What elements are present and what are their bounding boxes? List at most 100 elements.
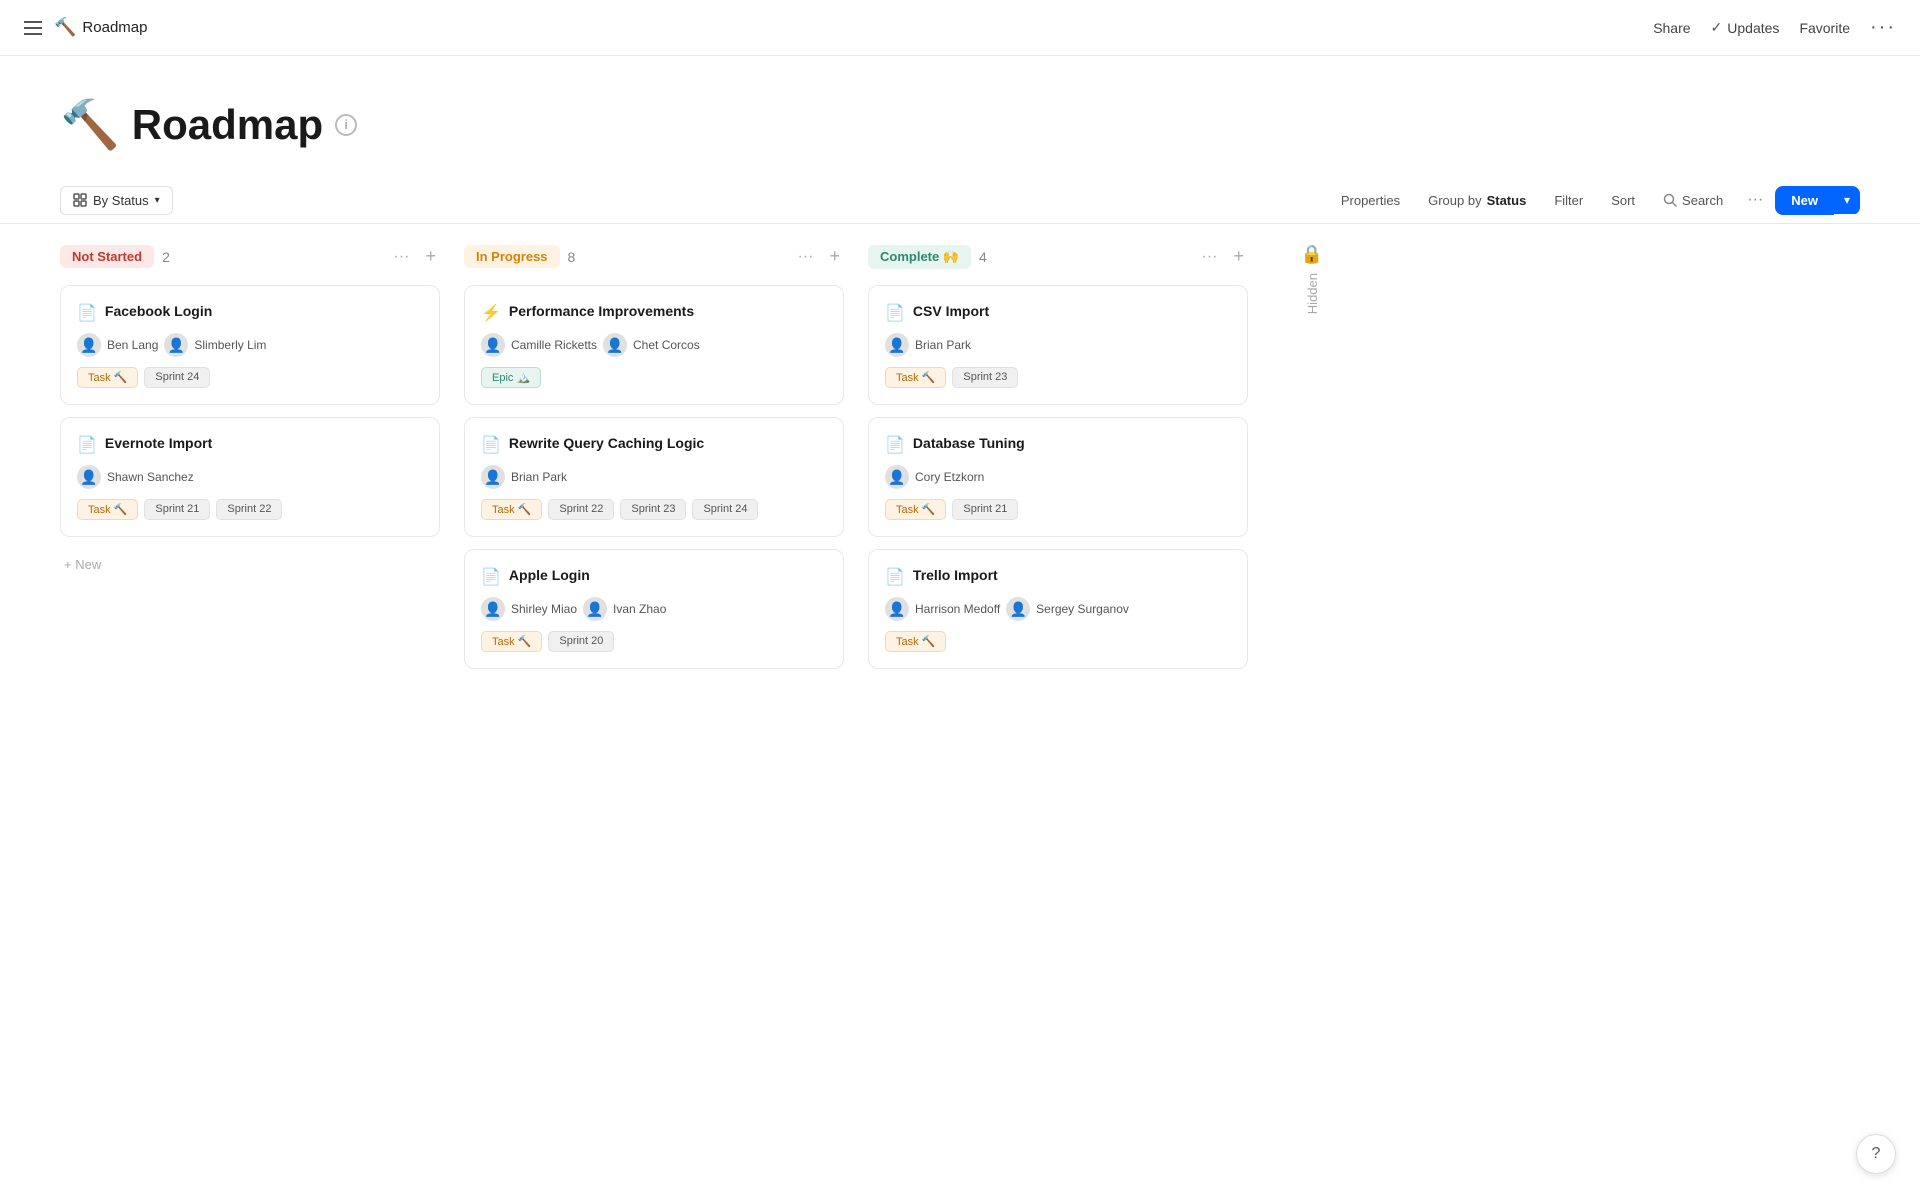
nav-title: 🔨 Roadmap [54, 17, 147, 38]
card-title-row: 📄Trello Import [885, 566, 1231, 587]
avatar: 👤 [885, 333, 909, 357]
share-label: Share [1653, 20, 1690, 36]
card-title-row: 📄Facebook Login [77, 302, 423, 323]
card-tag[interactable]: Epic 🏔️ [481, 367, 541, 388]
card-tag[interactable]: Task 🔨 [481, 499, 542, 520]
card-tag[interactable]: Task 🔨 [885, 367, 946, 388]
col-count-in-progress: 8 [568, 249, 576, 265]
col-add-not-started[interactable]: + [421, 244, 440, 269]
avatar: 👤 [77, 333, 101, 357]
info-icon[interactable]: i [335, 114, 357, 136]
page-header: 🔨 Roadmap i [0, 56, 1920, 177]
card-tag[interactable]: Sprint 23 [620, 499, 686, 520]
card-tag[interactable]: Task 🔨 [885, 631, 946, 652]
filter-label: Filter [1554, 193, 1583, 208]
share-button[interactable]: Share [1653, 20, 1690, 36]
filter-button[interactable]: Filter [1542, 187, 1595, 214]
top-nav: 🔨 Roadmap Share ✓ Updates Favorite ··· [0, 0, 1920, 56]
favorite-button[interactable]: Favorite [1799, 20, 1850, 36]
col-add-in-progress[interactable]: + [825, 244, 844, 269]
col-count-not-started: 2 [162, 249, 170, 265]
card-title-row: 📄Database Tuning [885, 434, 1231, 455]
group-by-label: Group by [1428, 193, 1481, 208]
card-title-row: 📄Apple Login [481, 566, 827, 587]
card-title: Evernote Import [105, 434, 212, 454]
card[interactable]: ⚡Performance Improvements👤Camille Ricket… [464, 285, 844, 405]
properties-label: Properties [1341, 193, 1400, 208]
updates-button[interactable]: ✓ Updates [1711, 19, 1780, 36]
search-icon [1663, 193, 1677, 207]
card-tag[interactable]: Sprint 21 [144, 499, 210, 520]
column-header-complete: Complete 🙌 4 ··· + [868, 240, 1248, 273]
card-title: Facebook Login [105, 302, 212, 322]
card[interactable]: 📄Evernote Import👤Shawn SanchezTask 🔨Spri… [60, 417, 440, 537]
card-tags: Task 🔨 Sprint 20 [481, 631, 827, 652]
card-tag[interactable]: Sprint 23 [952, 367, 1018, 388]
properties-button[interactable]: Properties [1329, 187, 1412, 214]
group-by-button[interactable]: Group by Status [1416, 187, 1538, 214]
card-tags: Task 🔨 Sprint 21 Sprint 22 [77, 499, 423, 520]
card-tags: Task 🔨 Sprint 21 [885, 499, 1231, 520]
member-name: Chet Corcos [633, 338, 700, 352]
more-menu-button[interactable]: ··· [1870, 16, 1896, 39]
card[interactable]: 📄Trello Import 👤Harrison Medoff👤Sergey Su… [868, 549, 1248, 669]
card[interactable]: 📄CSV Import👤Brian ParkTask 🔨Sprint 23 [868, 285, 1248, 405]
chevron-down-icon: ▾ [155, 195, 160, 206]
card-members: 👤Ben Lang👤Slimberly Lim [77, 333, 423, 357]
card-title: Performance Improvements [509, 302, 694, 322]
search-button[interactable]: Search [1651, 187, 1735, 214]
add-new-row[interactable]: + New [60, 549, 440, 580]
card[interactable]: 📄Database Tuning 👤Cory Etzkorn Task 🔨 Sprin… [868, 417, 1248, 537]
status-badge-in-progress: In Progress [464, 245, 560, 268]
member-name: Camille Ricketts [511, 338, 597, 352]
view-selector-icon [73, 193, 87, 207]
col-count-complete: 4 [979, 249, 987, 265]
card[interactable]: 📄Apple Login👤Shirley Miao👤Ivan ZhaoTask … [464, 549, 844, 669]
card-tag[interactable]: Task 🔨 [481, 631, 542, 652]
card-title-row: 📄 Evernote Import [77, 434, 423, 455]
col-more-in-progress[interactable]: ··· [794, 246, 818, 268]
card-tag[interactable]: Sprint 22 [216, 499, 282, 520]
status-badge-complete: Complete 🙌 [868, 245, 971, 269]
card-tags: Epic 🏔️ [481, 367, 827, 388]
card-members: 👤Harrison Medoff👤Sergey Surganov [885, 597, 1231, 621]
avatar: 👤 [885, 597, 909, 621]
col-add-complete[interactable]: + [1229, 244, 1248, 269]
card-type-icon: 📄 [77, 435, 97, 455]
card-tag[interactable]: Sprint 22 [548, 499, 614, 520]
col-more-not-started[interactable]: ··· [390, 246, 414, 268]
member-name: Ben Lang [107, 338, 158, 352]
avatar: 👤 [885, 465, 909, 489]
card-members: 👤Cory Etzkorn [885, 465, 1231, 489]
card-tag[interactable]: Task 🔨 [77, 499, 138, 520]
card[interactable]: 📄Facebook Login👤Ben Lang👤Slimberly LimTa… [60, 285, 440, 405]
member-name: Brian Park [915, 338, 971, 352]
new-button[interactable]: New ▾ [1775, 186, 1860, 215]
view-selector-button[interactable]: By Status ▾ [60, 186, 173, 215]
card[interactable]: 📄Rewrite Query Caching Logic👤Brian ParkT… [464, 417, 844, 537]
hamburger-menu[interactable] [24, 21, 42, 35]
card-tag[interactable]: Sprint 20 [548, 631, 614, 652]
card-tag[interactable]: Task 🔨 [885, 499, 946, 520]
favorite-label: Favorite [1799, 20, 1850, 36]
sort-label: Sort [1611, 193, 1635, 208]
card-tags: Task 🔨 Sprint 24 [77, 367, 423, 388]
avatar: 👤 [481, 465, 505, 489]
card-tag[interactable]: Sprint 24 [144, 367, 210, 388]
toolbar-more-button[interactable]: ··· [1739, 185, 1771, 215]
new-main-button[interactable]: New [1775, 186, 1834, 215]
member-name: Slimberly Lim [194, 338, 266, 352]
card-tag[interactable]: Sprint 24 [692, 499, 758, 520]
avatar: 👤 [1006, 597, 1030, 621]
card-tag[interactable]: Sprint 21 [952, 499, 1018, 520]
help-button[interactable]: ? [1856, 1134, 1896, 1174]
card-tag[interactable]: Task 🔨 [77, 367, 138, 388]
card-title-row: ⚡Performance Improvements [481, 302, 827, 323]
col-more-complete[interactable]: ··· [1198, 246, 1222, 268]
new-dropdown-button[interactable]: ▾ [1834, 186, 1860, 214]
page-emoji: 🔨 [60, 96, 120, 153]
sort-button[interactable]: Sort [1599, 187, 1647, 214]
column-complete: Complete 🙌4···+📄CSV Import👤Brian ParkTas… [868, 240, 1248, 681]
member-name: Brian Park [511, 470, 567, 484]
nav-title-text: Roadmap [82, 19, 147, 36]
